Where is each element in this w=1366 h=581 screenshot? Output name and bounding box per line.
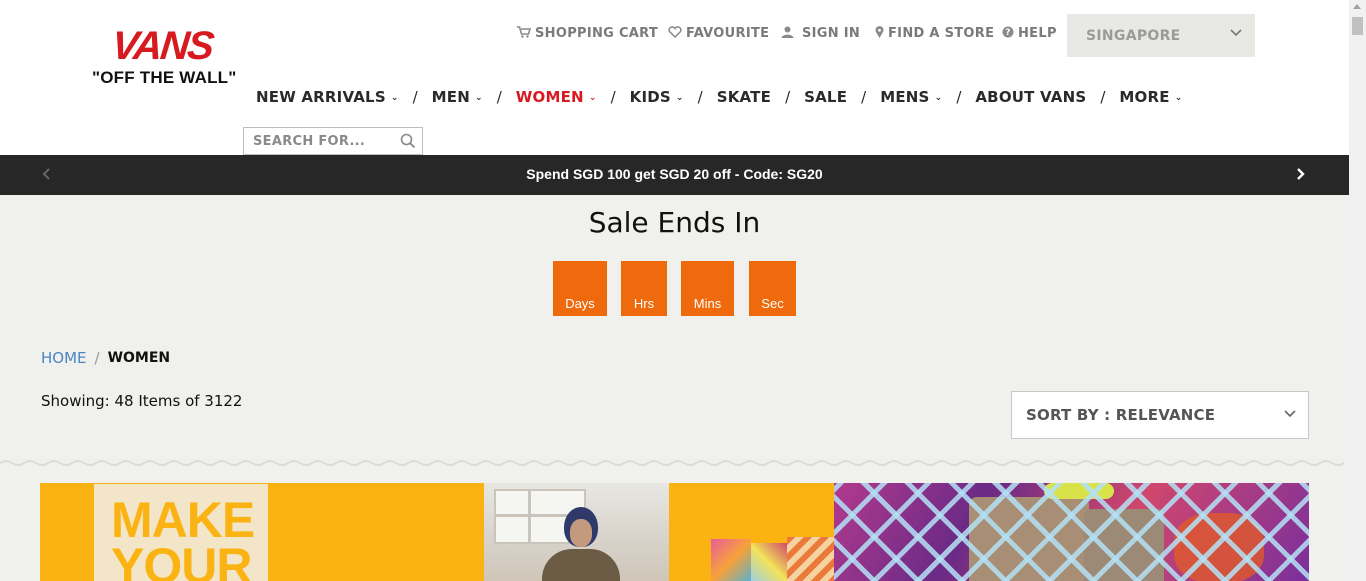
nav-separator: /: [785, 88, 791, 106]
help-icon: ?: [1002, 26, 1014, 41]
banner-headline: MAKE YOUR: [111, 492, 255, 581]
nav-separator: /: [1100, 88, 1106, 106]
section-divider: [0, 460, 1345, 466]
promo-text[interactable]: Spend SGD 100 get SGD 20 off - Code: SG2…: [0, 166, 1349, 182]
banner-photo: [484, 483, 669, 581]
search-box: [243, 127, 423, 155]
nav-item-skate[interactable]: SKATE: [717, 88, 771, 106]
promo-banner: Spend SGD 100 get SGD 20 off - Code: SG2…: [0, 155, 1349, 195]
scrollbar-thumb[interactable]: [1352, 17, 1363, 35]
nav-label: KIDS: [629, 88, 671, 106]
site-header: VANS "OFF THE WALL" SHOPPING CART FAVOUR…: [0, 0, 1349, 155]
banner-artwork: [834, 483, 1309, 581]
collage-piece: [711, 539, 751, 581]
help-label: HELP: [1018, 26, 1057, 41]
breadcrumb-current: WOMEN: [107, 350, 171, 366]
location-pin-icon: [875, 26, 884, 41]
breadcrumb-home[interactable]: HOME: [41, 349, 87, 367]
sign-in-label: SIGN IN: [802, 26, 861, 41]
find-store-label: FIND A STORE: [888, 26, 995, 41]
nav-label: MEN: [431, 88, 470, 106]
shopping-cart-link[interactable]: SHOPPING CART: [517, 26, 658, 41]
countdown-seconds: Sec: [749, 261, 796, 316]
chevron-down-icon: ⌄: [1174, 92, 1183, 103]
help-link[interactable]: ? HELP: [1002, 26, 1057, 41]
country-selector[interactable]: SINGAPORE: [1067, 14, 1255, 57]
search-icon[interactable]: [400, 133, 416, 149]
countdown-hours: Hrs: [621, 261, 667, 316]
chevron-down-icon: ⌄: [588, 92, 597, 103]
sale-countdown-title: Sale Ends In: [588, 206, 761, 239]
nav-label: MORE: [1119, 88, 1170, 106]
sort-value: SORT BY : RELEVANCE: [1026, 406, 1216, 424]
nav-separator: /: [956, 88, 962, 106]
nav-separator: /: [496, 88, 502, 106]
nav-label: SKATE: [716, 88, 772, 106]
chevron-down-icon: [1230, 26, 1242, 41]
results-count: Showing: 48 Items of 3122: [41, 392, 243, 410]
chevron-down-icon: ⌄: [675, 92, 684, 103]
search-input[interactable]: [244, 128, 394, 154]
hero-banner[interactable]: MAKE YOUR: [40, 483, 1309, 581]
svg-text:?: ?: [1005, 28, 1011, 38]
countdown-minutes: Mins: [681, 261, 734, 316]
logo-wordmark: VANS: [109, 24, 215, 68]
nav-item-more[interactable]: MORE ⌄: [1119, 88, 1182, 106]
user-icon: [781, 26, 794, 41]
find-store-link[interactable]: FIND A STORE: [875, 26, 994, 41]
chevron-down-icon: ⌄: [390, 92, 399, 103]
chain-fence-pattern: [834, 483, 1309, 581]
nav-label: SALE: [804, 88, 848, 106]
person-body: [542, 549, 620, 581]
breadcrumb: HOME / WOMEN: [41, 349, 170, 367]
nav-item-mens[interactable]: MENS ⌄: [880, 88, 942, 106]
sort-dropdown[interactable]: SORT BY : RELEVANCE: [1011, 391, 1309, 439]
nav-item-sale[interactable]: SALE: [804, 88, 847, 106]
shopping-cart-label: SHOPPING CART: [535, 26, 659, 41]
nav-separator: /: [861, 88, 867, 106]
sign-in-link[interactable]: SIGN IN: [781, 26, 860, 41]
nav-label: NEW ARRIVALS: [256, 88, 386, 106]
chevron-down-icon: ⌄: [934, 92, 943, 103]
person-face: [570, 519, 592, 547]
banner-headline-line: MAKE: [111, 492, 255, 548]
heart-icon: [668, 26, 682, 41]
page-scrollbar[interactable]: [1349, 0, 1366, 581]
chevron-down-icon: ⌄: [474, 92, 483, 103]
country-value: SINGAPORE: [1086, 27, 1181, 44]
nav-item-women[interactable]: WOMEN ⌄: [516, 88, 597, 106]
favourite-label: FAVOURITE: [686, 26, 770, 41]
banner-collage: [669, 483, 835, 581]
banner-headline-line: YOUR: [111, 538, 252, 581]
nav-item-men[interactable]: MEN ⌄: [432, 88, 483, 106]
collage-piece: [787, 537, 835, 581]
nav-item-kids[interactable]: KIDS ⌄: [630, 88, 684, 106]
main-nav: NEW ARRIVALS ⌄ / MEN ⌄ / WOMEN ⌄ / KIDS ⌄ / …: [256, 86, 1182, 108]
collage-piece: [751, 543, 787, 581]
nav-label: ABOUT VANS: [975, 88, 1087, 106]
nav-separator: /: [412, 88, 418, 106]
chevron-down-icon: [1284, 407, 1296, 421]
cart-icon: [517, 26, 532, 41]
nav-item-new-arrivals[interactable]: NEW ARRIVALS ⌄: [256, 88, 399, 106]
nav-label: MENS: [880, 88, 930, 106]
nav-separator: /: [610, 88, 616, 106]
logo-tagline: "OFF THE WALL": [92, 68, 237, 87]
vans-logo[interactable]: VANS "OFF THE WALL": [92, 24, 244, 90]
nav-separator: /: [697, 88, 703, 106]
scroll-up-arrow-icon[interactable]: [1353, 4, 1361, 9]
breadcrumb-separator: /: [94, 349, 100, 367]
nav-label: WOMEN: [515, 88, 584, 106]
chevron-right-icon[interactable]: [1294, 164, 1310, 184]
countdown-days: Days: [553, 261, 607, 316]
nav-item-about-vans[interactable]: ABOUT VANS: [975, 88, 1086, 106]
favourite-link[interactable]: FAVOURITE: [668, 26, 769, 41]
